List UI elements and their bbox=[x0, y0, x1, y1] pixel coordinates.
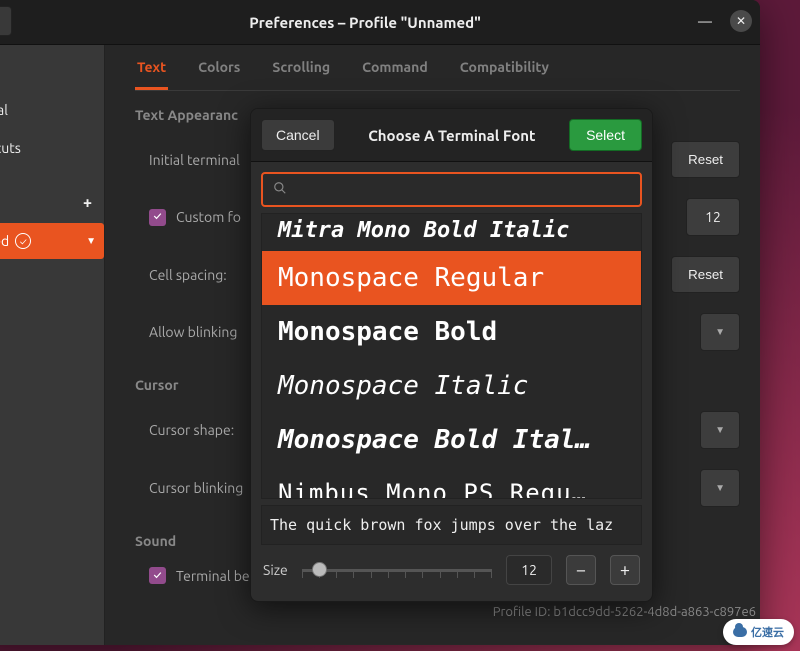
window-title: Preferences – Profile "Unnamed" bbox=[249, 14, 481, 31]
cursor-shape-dropdown[interactable]: ▼ bbox=[700, 411, 740, 449]
help-button[interactable]: elp bbox=[0, 6, 12, 36]
search-input[interactable] bbox=[295, 182, 630, 198]
sidebar-item-shortcuts[interactable]: rtcuts bbox=[0, 129, 104, 167]
tab-colors[interactable]: Colors bbox=[196, 59, 242, 90]
check-icon: ✓ bbox=[15, 233, 31, 249]
font-option[interactable]: Monospace Italic bbox=[262, 359, 641, 413]
sidebar: al eral rtcuts iles + amed ✓ ▼ bbox=[0, 45, 105, 645]
tab-command[interactable]: Command bbox=[360, 59, 430, 90]
reset-initial-button[interactable]: Reset bbox=[671, 141, 740, 178]
blink-dropdown[interactable]: ▼ bbox=[700, 313, 740, 351]
font-size-value[interactable]: 12 bbox=[686, 198, 740, 236]
tab-text[interactable]: Text bbox=[135, 59, 168, 90]
font-search[interactable] bbox=[261, 172, 642, 207]
font-preview: The quick brown fox jumps over the laz bbox=[261, 505, 642, 545]
font-option[interactable]: Mitra Mono Bold Italic bbox=[262, 214, 641, 251]
sidebar-group-profiles: iles + bbox=[0, 183, 104, 223]
tab-compatibility[interactable]: Compatibility bbox=[458, 59, 551, 90]
tab-scrolling[interactable]: Scrolling bbox=[270, 59, 332, 90]
size-slider[interactable] bbox=[302, 560, 492, 580]
watermark: 亿速云 bbox=[723, 619, 794, 645]
dialog-title: Choose A Terminal Font bbox=[368, 127, 535, 144]
sidebar-item-unnamed[interactable]: amed ✓ ▼ bbox=[0, 223, 104, 259]
cloud-icon bbox=[733, 627, 747, 637]
terminal-bell-checkbox[interactable]: ✓ bbox=[149, 567, 166, 584]
font-option[interactable]: Nimbus Mono PS Regu… bbox=[262, 467, 641, 499]
slider-thumb[interactable] bbox=[312, 562, 327, 577]
cursor-blink-dropdown[interactable]: ▼ bbox=[700, 469, 740, 507]
font-option-selected[interactable]: Monospace Regular bbox=[262, 251, 641, 305]
close-icon[interactable]: ✕ bbox=[730, 10, 752, 32]
sidebar-item-global[interactable]: al bbox=[0, 53, 104, 91]
size-row: Size 12 − + bbox=[261, 545, 642, 591]
add-profile-icon[interactable]: + bbox=[83, 194, 92, 212]
chevron-down-icon[interactable]: ▼ bbox=[86, 235, 96, 247]
font-list[interactable]: Mitra Mono Bold Italic Monospace Regular… bbox=[261, 213, 642, 499]
profile-id: Profile ID: b1dcc9dd-5262-4d8d-a863-c897… bbox=[493, 605, 756, 619]
size-plus-button[interactable]: + bbox=[610, 555, 640, 585]
custom-font-checkbox[interactable]: ✓ bbox=[149, 209, 166, 226]
size-label: Size bbox=[263, 562, 288, 578]
sidebar-item-general[interactable]: eral bbox=[0, 91, 104, 129]
minimize-icon[interactable]: — bbox=[698, 13, 712, 29]
search-icon bbox=[273, 181, 287, 198]
tabs: Text Colors Scrolling Command Compatibil… bbox=[135, 45, 740, 91]
reset-cell-button[interactable]: Reset bbox=[671, 256, 740, 293]
dialog-header: Cancel Choose A Terminal Font Select bbox=[251, 109, 652, 162]
size-value[interactable]: 12 bbox=[506, 555, 552, 585]
font-picker-dialog: Cancel Choose A Terminal Font Select Mit… bbox=[250, 108, 653, 602]
select-button[interactable]: Select bbox=[569, 119, 642, 151]
font-option[interactable]: Monospace Bold bbox=[262, 305, 641, 359]
titlebar: elp Preferences – Profile "Unnamed" — ✕ bbox=[0, 0, 760, 45]
size-minus-button[interactable]: − bbox=[566, 555, 596, 585]
font-option[interactable]: Monospace Bold Ital… bbox=[262, 413, 641, 467]
cancel-button[interactable]: Cancel bbox=[261, 119, 335, 151]
